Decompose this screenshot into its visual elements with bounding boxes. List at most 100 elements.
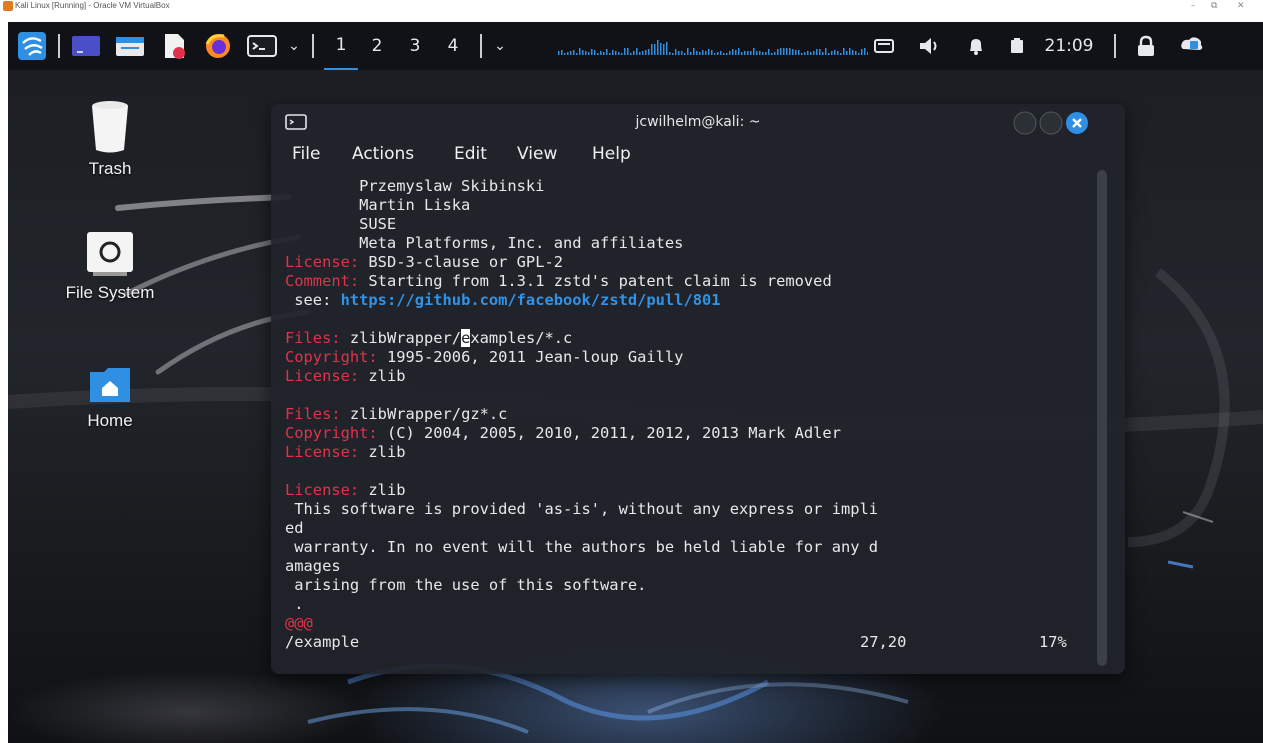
menu-help[interactable]: Help [592, 144, 631, 164]
lock-icon[interactable] [1128, 22, 1164, 70]
network-activity-bar [843, 48, 845, 55]
network-activity-bar [750, 51, 752, 55]
network-activity-bar [708, 49, 710, 55]
menu-view[interactable]: View [517, 144, 557, 164]
line-text: SUSE [285, 215, 397, 233]
network-activity-bar [816, 49, 818, 55]
field-key: Copyright: [285, 424, 378, 442]
desktop-icon-file-system[interactable]: File System [48, 230, 172, 303]
line-text: zlib [359, 367, 406, 385]
desktop-icon-home[interactable]: Home [60, 362, 160, 431]
field-key: Comment: [285, 272, 360, 290]
terminal-title: jcwilhelm@kali: ~ [635, 114, 761, 130]
network-activity-bar [777, 49, 779, 55]
network-activity-bar [576, 53, 578, 55]
battery-icon[interactable] [1002, 22, 1032, 70]
menu-file[interactable]: File [292, 144, 320, 164]
line-text: warranty. In no event will the authors b… [285, 538, 879, 556]
drive-icon [87, 232, 133, 276]
terminal-icon[interactable] [242, 22, 282, 70]
network-activity-bar [783, 48, 785, 55]
line-text: zlibWrapper/gz*.c [340, 405, 508, 423]
line-text: (C) 2004, 2005, 2010, 2011, 2012, 2013 M… [377, 424, 841, 442]
workspace-3[interactable]: 3 [398, 22, 432, 70]
terminal-line: Files: zlibWrapper/gz*.c [285, 405, 1095, 424]
terminal-line: SUSE [285, 215, 1095, 234]
host-restore-button[interactable]: ⧉ [1211, 0, 1217, 12]
close-button[interactable] [1065, 111, 1089, 135]
notification-bell-icon[interactable] [958, 22, 994, 70]
network-activity-bar [798, 50, 800, 55]
chevron-down-icon[interactable]: ⌄ [282, 22, 306, 70]
network-activity-bar [813, 51, 815, 55]
network-activity-bar [747, 51, 749, 55]
url-link[interactable]: https://github.com/facebook/zstd/pull/80… [341, 291, 721, 309]
line-text: zlibWrapper/ [340, 329, 462, 347]
update-notifier-icon[interactable] [1174, 22, 1210, 70]
network-activity-bar [759, 51, 761, 55]
network-activity-bar [570, 51, 572, 55]
workspace-1[interactable]: 1 [324, 22, 358, 70]
network-activity-bar [618, 52, 620, 55]
network-activity-bar [804, 52, 806, 55]
show-desktop-icon[interactable] [66, 22, 106, 70]
network-activity-bar [711, 50, 713, 55]
minimize-button[interactable] [1013, 111, 1037, 135]
display-icon[interactable] [866, 22, 902, 70]
host-minimize-button[interactable]: – [1191, 0, 1196, 12]
network-activity-bar [594, 50, 596, 55]
menu-edit[interactable]: Edit [454, 144, 487, 164]
network-activity-bar [792, 49, 794, 55]
terminal-line: arising from the use of this software. [285, 576, 1095, 595]
menu-actions[interactable]: Actions [352, 144, 414, 164]
terminal-output[interactable]: Przemyslaw Skibinski Martin Liska SUSE M… [285, 177, 1095, 652]
file-manager-icon[interactable] [110, 22, 150, 70]
network-activity-bar [828, 53, 830, 55]
workspace-4[interactable]: 4 [436, 22, 470, 70]
workspace-2[interactable]: 2 [360, 22, 394, 70]
network-activity-bar [744, 51, 746, 55]
chevron-down-icon[interactable]: ⌄ [488, 22, 512, 70]
network-activity-bar [567, 52, 569, 55]
terminal-line: Martin Liska [285, 196, 1095, 215]
kali-menu-icon[interactable] [12, 22, 52, 70]
network-activity-bar [858, 53, 860, 55]
network-activity-bar [675, 49, 677, 55]
volume-icon[interactable] [912, 22, 948, 70]
network-activity-bar [561, 50, 563, 55]
network-activity-bar [738, 48, 740, 55]
cursor-position: 27,20 [860, 633, 907, 651]
network-activity-bar [672, 53, 674, 55]
panel-separator [58, 34, 60, 58]
network-activity-bar [624, 48, 626, 55]
network-activity-bar [768, 49, 770, 55]
terminal-titlebar[interactable]: jcwilhelm@kali: ~ [271, 104, 1125, 140]
top-panel: ⌄ 1 2 3 4 ⌄ 21:09 [8, 22, 1263, 70]
clock[interactable]: 21:09 [1034, 22, 1104, 70]
network-activity-bar [771, 53, 773, 55]
network-activity-bar [651, 44, 653, 55]
desktop-icon-trash[interactable]: Trash [60, 98, 160, 179]
network-activity-bar [753, 48, 755, 55]
terminal-line: License: zlib [285, 443, 1095, 462]
network-activity-bar [732, 49, 734, 55]
network-activity-bar [720, 51, 722, 55]
host-close-button[interactable]: ✕ [1237, 0, 1245, 12]
network-activity-bar [642, 51, 644, 55]
network-activity-bar [564, 53, 566, 55]
scrollbar-thumb[interactable] [1097, 170, 1107, 666]
text-editor-icon[interactable] [154, 22, 194, 70]
network-activity-bar [801, 53, 803, 55]
host-window-title: Kali Linux [Running] - Oracle VM Virtual… [15, 1, 170, 10]
line-text: arising from the use of this software. [285, 576, 647, 594]
terminal-window[interactable]: jcwilhelm@kali: ~ File Actions Edit View… [271, 104, 1125, 674]
terminal-line: Files: zlibWrapper/examples/*.c [285, 329, 1095, 348]
network-activity-bar [693, 48, 695, 55]
network-activity-bar [588, 52, 590, 55]
maximize-button[interactable] [1039, 111, 1063, 135]
firefox-icon[interactable] [198, 22, 238, 70]
network-activity-bar [558, 51, 560, 55]
